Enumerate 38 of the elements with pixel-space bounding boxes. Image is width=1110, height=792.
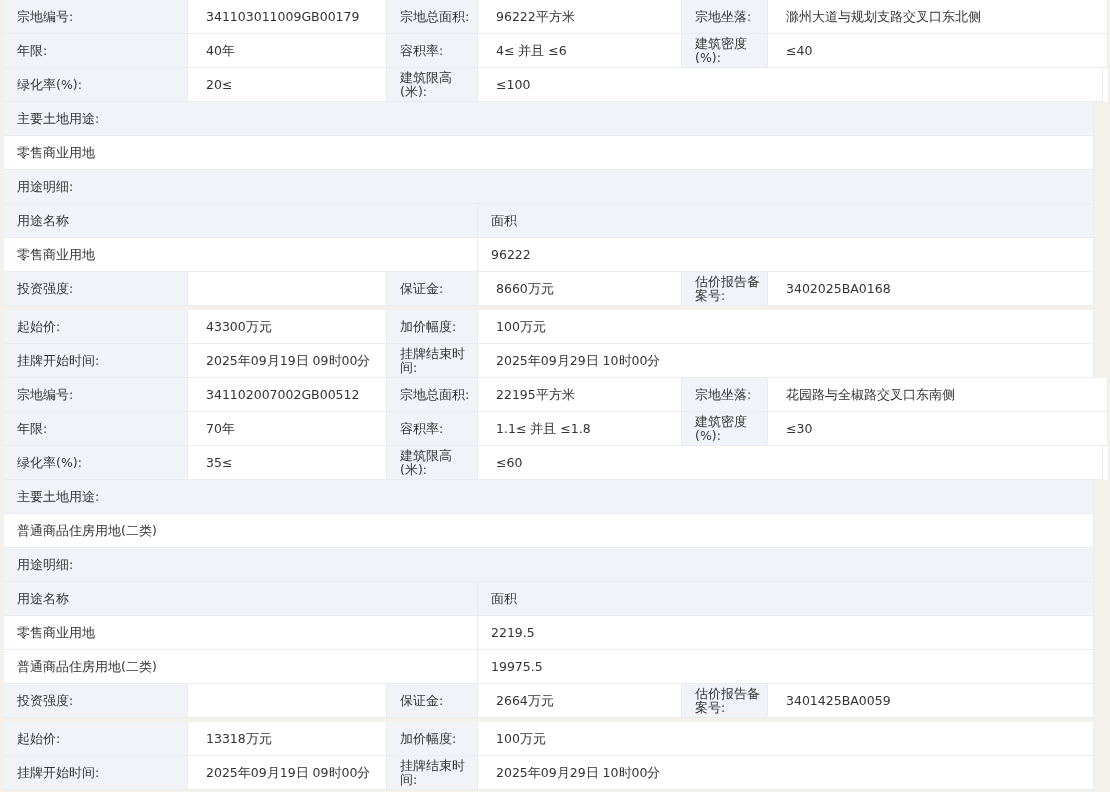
field-label: 年限: <box>4 412 188 445</box>
field-label: 容积率: <box>387 34 478 67</box>
field-label: 绿化率(%): <box>4 68 188 101</box>
field-label: 投资强度: <box>4 684 188 717</box>
field-label: 宗地编号: <box>4 0 188 33</box>
field-label: 建筑密度(%): <box>682 412 768 445</box>
field-label: 宗地总面积: <box>387 0 478 33</box>
field-label: 宗地坐落: <box>682 378 768 411</box>
column-header: 面积 <box>478 582 1094 615</box>
field-label: 起始价: <box>4 722 188 755</box>
field-label: 估价报告备案号: <box>682 684 768 717</box>
section-label: 主要土地用途: <box>4 480 1094 513</box>
field-label: 挂牌结束时间: <box>387 344 478 377</box>
field-label: 建筑限高(米): <box>387 68 478 101</box>
field-label: 年限: <box>4 34 188 67</box>
field-label: 估价报告备案号: <box>682 272 768 305</box>
field-label: 挂牌结束时间: <box>387 756 478 789</box>
field-label: 宗地坐落: <box>682 0 768 33</box>
field-label: 绿化率(%): <box>4 446 188 479</box>
field-label: 挂牌开始时间: <box>4 756 188 789</box>
field-label: 起始价: <box>4 310 188 343</box>
column-header: 面积 <box>478 204 1094 237</box>
field-label: 保证金: <box>387 272 478 305</box>
field-label: 挂牌开始时间: <box>4 344 188 377</box>
field-label: 投资强度: <box>4 272 188 305</box>
section-label: 用途明细: <box>4 548 1094 581</box>
field-label: 加价幅度: <box>387 310 478 343</box>
field-label: 宗地编号: <box>4 378 188 411</box>
column-header: 用途名称 <box>4 582 478 615</box>
field-label: 加价幅度: <box>387 722 478 755</box>
section-label: 用途明细: <box>4 170 1094 203</box>
column-header: 用途名称 <box>4 204 478 237</box>
section-label: 主要土地用途: <box>4 102 1094 135</box>
field-label: 建筑密度(%): <box>682 34 768 67</box>
field-label: 建筑限高(米): <box>387 446 478 479</box>
field-label: 宗地总面积: <box>387 378 478 411</box>
field-label: 保证金: <box>387 684 478 717</box>
field-label: 容积率: <box>387 412 478 445</box>
